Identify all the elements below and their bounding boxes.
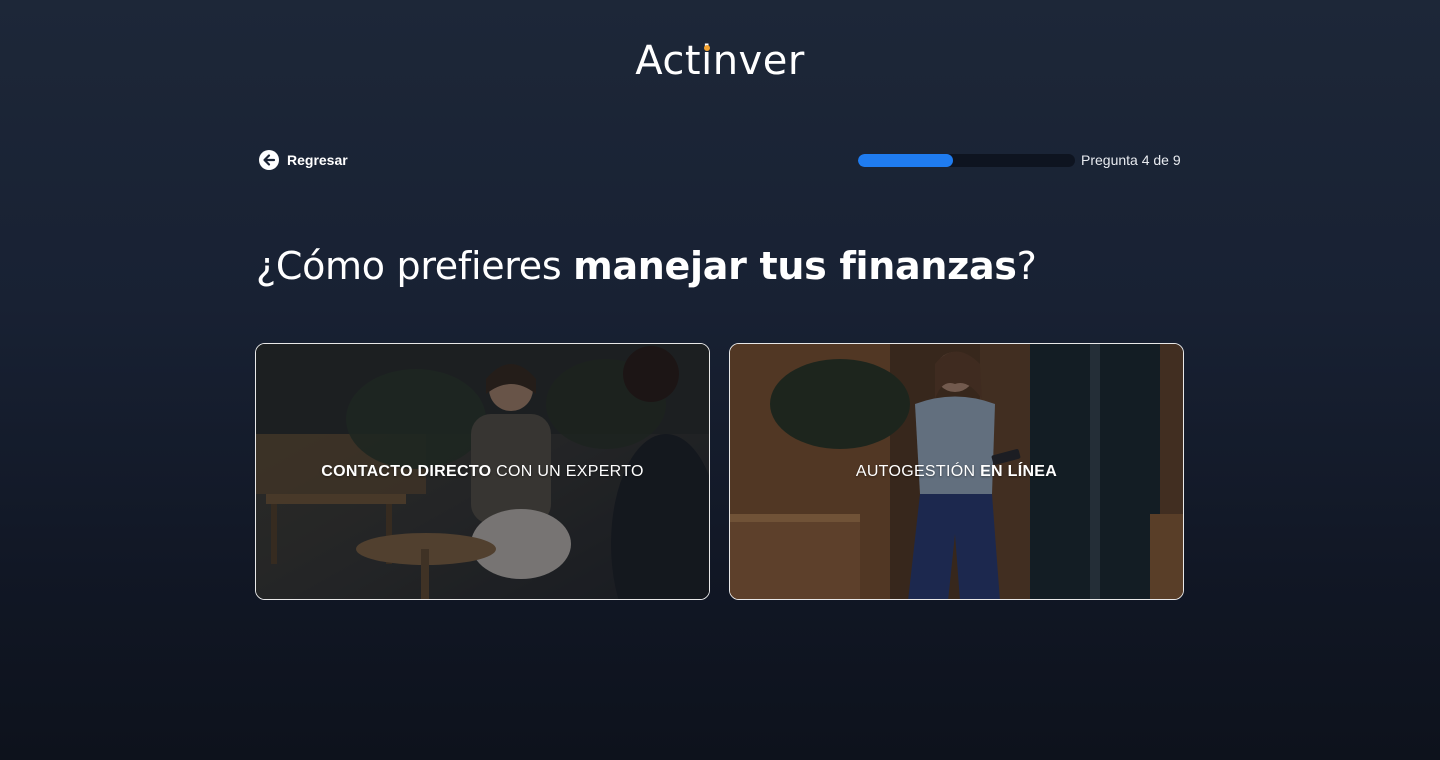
back-label: Regresar	[287, 152, 348, 168]
option-card-autogestion[interactable]: AUTOGESTIÓN EN LÍNEA	[729, 343, 1184, 600]
back-button[interactable]: Regresar	[259, 149, 348, 171]
arrow-left-circle-icon	[259, 150, 279, 170]
progress-label: Pregunta 4 de 9	[1081, 152, 1181, 168]
progress-bar	[858, 153, 1075, 167]
question-title: ¿Cómo prefieres manejar tus finanzas?	[256, 244, 1037, 288]
progress-indicator: Pregunta 4 de 9	[858, 150, 1181, 170]
option-label-autogestion: AUTOGESTIÓN EN LÍNEA	[855, 462, 1058, 480]
logo-accent-dot	[703, 45, 710, 51]
actinver-logo: Acti nver	[635, 38, 805, 84]
option-label-contacto-directo: CONTACTO DIRECTO CON UN EXPERTO	[321, 462, 644, 480]
option-card-contacto-directo[interactable]: CONTACTO DIRECTO CON UN EXPERTO	[255, 343, 710, 600]
progress-fill	[858, 153, 954, 167]
